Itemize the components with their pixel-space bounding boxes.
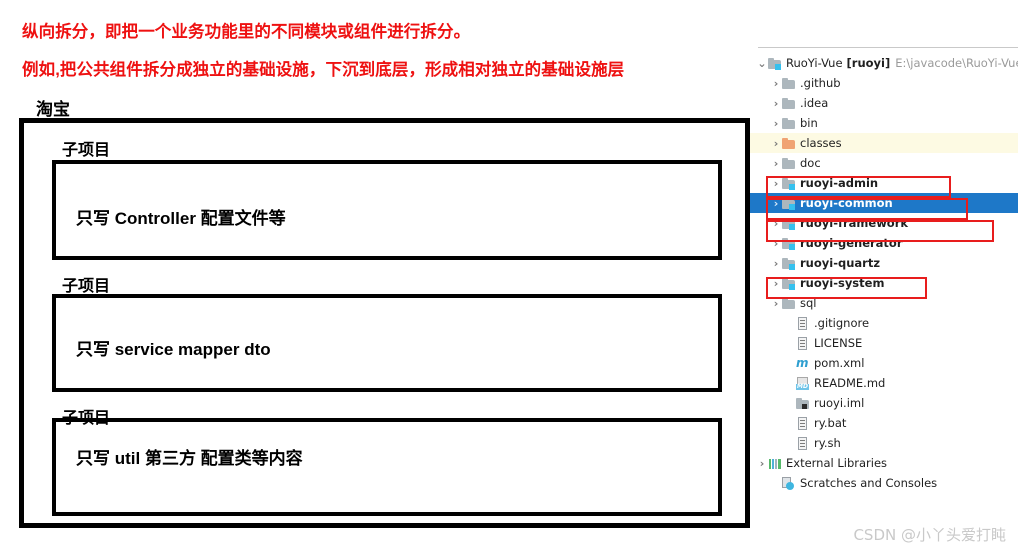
maven-xml-icon: m (796, 355, 809, 370)
tree-row-label: ruoyi.iml (814, 396, 865, 410)
tree-row-label: classes (800, 136, 842, 150)
tree-row-label: .idea (800, 96, 829, 110)
chevron-right-icon[interactable]: › (770, 258, 782, 269)
tree-row[interactable]: › classes (750, 133, 1018, 153)
tree-row[interactable]: › bin (750, 113, 1018, 133)
tree-row-label: README.md (814, 376, 886, 390)
tree-row[interactable]: ›mpom.xml (750, 353, 1018, 373)
tree-row-label: External Libraries (786, 456, 888, 470)
tree-row[interactable]: ›ry.bat (750, 413, 1018, 433)
tree-row-label: Scratches and Consoles (800, 476, 938, 490)
tree-row[interactable]: › .github (750, 73, 1018, 93)
folder-icon (782, 97, 796, 110)
chevron-right-icon[interactable]: › (756, 458, 768, 469)
annotation-rect-ruoyi-common (766, 198, 968, 220)
annotation-rect-ruoyi-admin (766, 176, 951, 198)
tree-row[interactable]: ›.gitignore (750, 313, 1018, 333)
external-libraries-icon (768, 457, 782, 470)
annotation-rect-ruoyi-framework (766, 220, 994, 242)
tree-row-label: .gitignore (814, 316, 870, 330)
tree-row[interactable]: ›MDREADME.md (750, 373, 1018, 393)
subproject-box-1: 只写 Controller 配置文件等 (52, 160, 722, 260)
chevron-right-icon[interactable]: › (770, 98, 782, 109)
tree-root-path: E:\javacode\RuoYi-Vue (895, 56, 1018, 70)
tree-row-label: LICENSE (814, 336, 863, 350)
tree-row-label: doc (800, 156, 821, 170)
subproject-label-2: 子项目 (62, 278, 111, 295)
chevron-right-icon[interactable]: › (770, 138, 782, 149)
tree-row[interactable]: ›LICENSE (750, 333, 1018, 353)
tree-row[interactable]: › ruoyi-quartz (750, 253, 1018, 273)
tree-row[interactable]: ›Scratches and Consoles (750, 473, 1018, 493)
diagram-root-label: 淘宝 (36, 100, 70, 119)
text-file-icon (796, 336, 810, 350)
subproject-content-2: 只写 service mapper dto (76, 340, 271, 359)
scratches-icon (782, 476, 796, 490)
text-file-icon (796, 416, 810, 430)
chevron-right-icon[interactable]: › (770, 118, 782, 129)
subproject-box-2: 只写 service mapper dto (52, 294, 722, 392)
folder-icon (782, 77, 796, 90)
tree-row-label: pom.xml (814, 356, 865, 370)
diagram-outer-bottom-edge (19, 523, 790, 528)
chevron-down-icon[interactable]: ⌄ (756, 58, 768, 69)
tree-row[interactable]: ›ruoyi.iml (750, 393, 1018, 413)
tree-row-label: RuoYi-Vue (786, 56, 843, 70)
chevron-right-icon[interactable]: › (770, 298, 782, 309)
subproject-label-1: 子项目 (62, 142, 111, 159)
tree-row-label: bin (800, 116, 818, 130)
project-tree-panel[interactable]: ⌄ RuoYi-Vue [ruoyi] E:\javacode\RuoYi-Vu… (750, 0, 1018, 554)
module-folder-icon (768, 57, 782, 70)
subproject-label-3: 子项目 (62, 410, 111, 427)
tree-row-label: ruoyi-quartz (800, 256, 881, 270)
tree-row-label: .github (800, 76, 841, 90)
folder-icon (782, 157, 796, 170)
annotation-rect-ruoyi-system (766, 277, 927, 299)
chevron-right-icon[interactable]: › (770, 78, 782, 89)
markdown-file-icon: MD (796, 376, 810, 390)
text-file-icon (796, 316, 810, 330)
tree-row[interactable]: ›ry.sh (750, 433, 1018, 453)
subproject-box-3: 只写 util 第三方 配置类等内容 (52, 418, 722, 516)
tree-row[interactable]: › External Libraries (750, 453, 1018, 473)
subproject-content-3: 只写 util 第三方 配置类等内容 (76, 449, 303, 468)
tree-row[interactable]: › .idea (750, 93, 1018, 113)
annotation-line-2: 例如,把公共组件拆分成独立的基础设施，下沉到底层，形成相对独立的基础设施层 (22, 61, 625, 79)
annotation-line-1: 纵向拆分，即把一个业务功能里的不同模块或组件进行拆分。 (22, 23, 471, 41)
subproject-content-1: 只写 Controller 配置文件等 (76, 209, 286, 228)
tree-row-root[interactable]: ⌄ RuoYi-Vue [ruoyi] E:\javacode\RuoYi-Vu… (750, 53, 1018, 73)
panel-divider (758, 47, 1018, 48)
tree-row[interactable]: › doc (750, 153, 1018, 173)
iml-file-icon (796, 397, 810, 410)
text-file-icon (796, 436, 810, 450)
diagram-pane: 纵向拆分，即把一个业务功能里的不同模块或组件进行拆分。 例如,把公共组件拆分成独… (0, 0, 790, 554)
project-tree[interactable]: ⌄ RuoYi-Vue [ruoyi] E:\javacode\RuoYi-Vu… (750, 53, 1018, 493)
watermark: CSDN @小丫头爱打盹 (853, 526, 1006, 544)
folder-icon-output (782, 137, 796, 150)
tree-root-module: [ruoyi] (846, 56, 891, 70)
chevron-right-icon[interactable]: › (770, 158, 782, 169)
folder-icon (782, 117, 796, 130)
tree-row-label: ry.bat (814, 416, 847, 430)
module-folder-icon (782, 257, 796, 270)
tree-row-label: ry.sh (814, 436, 841, 450)
